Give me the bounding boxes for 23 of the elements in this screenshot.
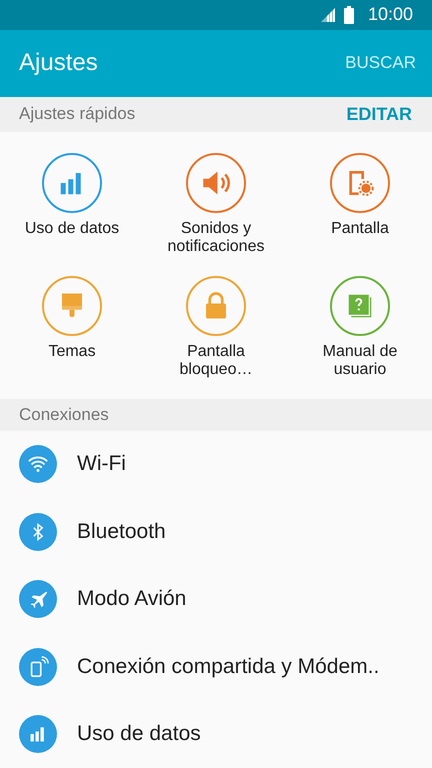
screen-title: Ajustes (19, 49, 98, 78)
clock-time: 10:00 (368, 4, 413, 26)
setting-item[interactable]: Wi-Fi (77, 452, 126, 476)
setting-item[interactable]: Modo Avión (77, 587, 186, 612)
quick-setting-label: Sonidos y notificaciones (166, 220, 266, 256)
quick-setting-button[interactable] (42, 276, 102, 336)
quick-setting-label: Manual de usuario (322, 342, 398, 379)
quick-setting-label: Pantalla bloqueo… (178, 342, 254, 379)
quick-setting-label: Pantalla (330, 220, 390, 238)
setting-item[interactable]: Conexión compartida y Módem.. (77, 654, 380, 679)
quick-setting-label: Temas (47, 342, 97, 361)
quick-setting-button[interactable] (42, 152, 102, 213)
quick-setting-button[interactable] (330, 152, 390, 213)
battery-icon (344, 6, 354, 24)
quick-setting-button[interactable] (186, 152, 246, 213)
section-header: Ajustes rápidos (19, 104, 136, 124)
quick-setting-button[interactable] (186, 276, 246, 336)
quick-setting-label: Uso de datos (24, 220, 120, 238)
signal-icon (320, 6, 336, 23)
section-header: Conexiones (19, 404, 109, 425)
quick-setting-button[interactable] (330, 276, 390, 336)
setting-item[interactable]: Bluetooth (77, 520, 166, 544)
setting-item[interactable]: Uso de datos (77, 722, 201, 746)
